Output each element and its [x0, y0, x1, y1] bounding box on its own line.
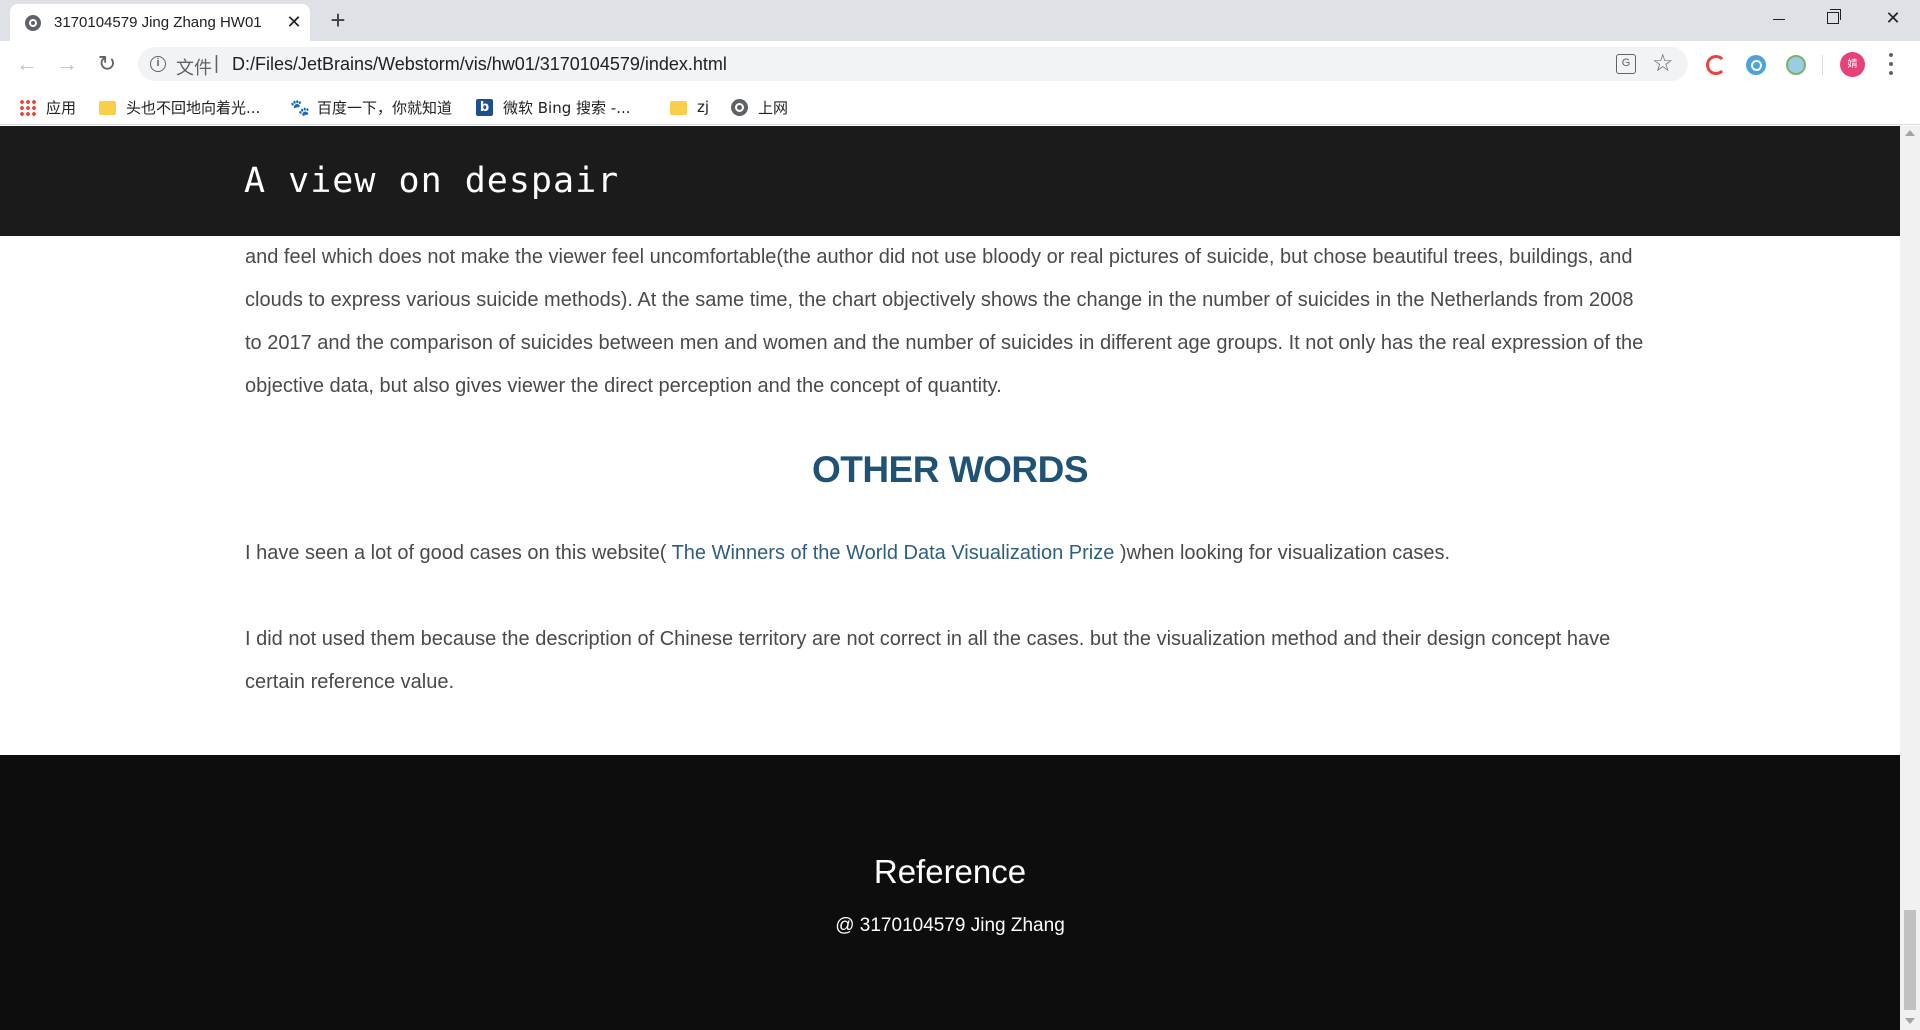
globe-icon: [731, 98, 748, 116]
address-scheme: 文件: [176, 58, 212, 78]
bookmark-internet[interactable]: 上网: [731, 96, 788, 118]
back-button[interactable]: ←: [12, 49, 42, 79]
paragraph-text: )when looking for visualization cases.: [1119, 542, 1451, 564]
article-paragraph: I have seen a lot of good cases on this …: [245, 532, 1655, 575]
arrow-left-icon: ←: [16, 51, 38, 76]
bookmark-folder-zj[interactable]: zj: [670, 96, 709, 118]
bookmark-label: 百度一下，你就知道: [317, 98, 453, 117]
close-icon[interactable]: ✕: [284, 12, 304, 32]
baidu-paw-icon: 🐾: [290, 97, 310, 117]
article-paragraph: I did not used them because the descript…: [245, 628, 1611, 693]
restore-icon: [1827, 9, 1841, 24]
extension-face-icon[interactable]: [1786, 55, 1806, 75]
forward-button[interactable]: →: [52, 49, 82, 79]
article-body: and feel which does not make the viewer …: [245, 236, 1655, 704]
reload-button[interactable]: ↻: [92, 49, 122, 79]
bing-icon: b: [476, 98, 493, 116]
toolbar-divider: [1822, 55, 1823, 75]
bookmark-star-icon[interactable]: ☆: [1652, 49, 1674, 78]
globe-icon: [25, 15, 41, 31]
extension-search-icon[interactable]: [1746, 55, 1766, 75]
page-viewport: A view on despair and feel which does no…: [0, 126, 1920, 1030]
folder-icon: [99, 101, 116, 115]
bookmark-folder-light[interactable]: 头也不回地向着光...: [99, 96, 260, 118]
article-paragraph: and feel which does not make the viewer …: [245, 246, 1644, 397]
address-bar[interactable]: i 文件 | D:/Files/JetBrains/Webstorm/vis/h…: [138, 47, 1688, 81]
page-content: A view on despair and feel which does no…: [0, 126, 1900, 1030]
address-url[interactable]: D:/Files/JetBrains/Webstorm/vis/hw01/317…: [232, 54, 727, 75]
profile-avatar[interactable]: 婧: [1840, 52, 1865, 77]
site-footer: Reference @ 3170104579 Jing Zhang: [0, 755, 1900, 1030]
bookmark-label: 应用: [46, 98, 77, 117]
info-icon[interactable]: i: [150, 56, 166, 72]
scroll-up-icon[interactable]: [1905, 130, 1915, 136]
arrow-right-icon: →: [56, 51, 78, 76]
bookmark-label: 微软 Bing 搜索 -...: [503, 98, 631, 117]
extension-c-icon[interactable]: [1706, 55, 1726, 75]
minimize-icon: [1773, 18, 1785, 20]
section-heading: OTHER WORDS: [811, 449, 1089, 490]
reload-icon: ↻: [97, 51, 117, 76]
apps-icon: [19, 98, 36, 116]
new-tab-button[interactable]: +: [325, 7, 351, 33]
page-scrollbar[interactable]: [1900, 126, 1920, 1030]
translate-icon[interactable]: G: [1616, 54, 1636, 74]
folder-icon: [670, 101, 687, 115]
address-separator: |: [214, 53, 219, 74]
scrollbar-thumb[interactable]: [1904, 910, 1916, 1010]
browser-tab[interactable]: 3170104579 Jing Zhang HW01 ✕: [10, 4, 310, 41]
bookmark-baidu[interactable]: 🐾 百度一下，你就知道: [290, 96, 452, 118]
more-menu-icon[interactable]: [1884, 51, 1898, 77]
site-title: A view on despair: [244, 161, 620, 201]
bookmark-label: 上网: [758, 98, 789, 117]
footer-credit: @ 3170104579 Jing Zhang: [835, 915, 1065, 936]
minimize-button[interactable]: [1752, 0, 1806, 36]
bookmark-label: 头也不回地向着光...: [126, 98, 261, 117]
bookmark-bing[interactable]: b 微软 Bing 搜索 -...: [476, 96, 631, 118]
footer-title: Reference: [873, 853, 1027, 890]
tab-strip: 3170104579 Jing Zhang HW01 ✕ + ✕: [0, 0, 1920, 41]
close-window-button[interactable]: ✕: [1866, 0, 1920, 36]
site-header: A view on despair: [0, 126, 1900, 236]
browser-toolbar: ← → ↻ i 文件 | D:/Files/JetBrains/Webstorm…: [0, 41, 1920, 87]
winners-prize-link[interactable]: The Winners of the World Data Visualizat…: [666, 542, 1120, 564]
scroll-down-icon[interactable]: [1905, 1018, 1915, 1024]
tab-title: 3170104579 Jing Zhang HW01: [54, 14, 262, 31]
restore-button[interactable]: [1806, 0, 1860, 36]
bookmarks-bar: 应用 头也不回地向着光... 🐾 百度一下，你就知道 b 微软 Bing 搜索 …: [0, 87, 1920, 125]
bookmark-label: zj: [697, 98, 710, 116]
paragraph-text: I have seen a lot of good cases on this …: [245, 542, 667, 564]
bookmark-apps[interactable]: 应用: [19, 96, 76, 118]
